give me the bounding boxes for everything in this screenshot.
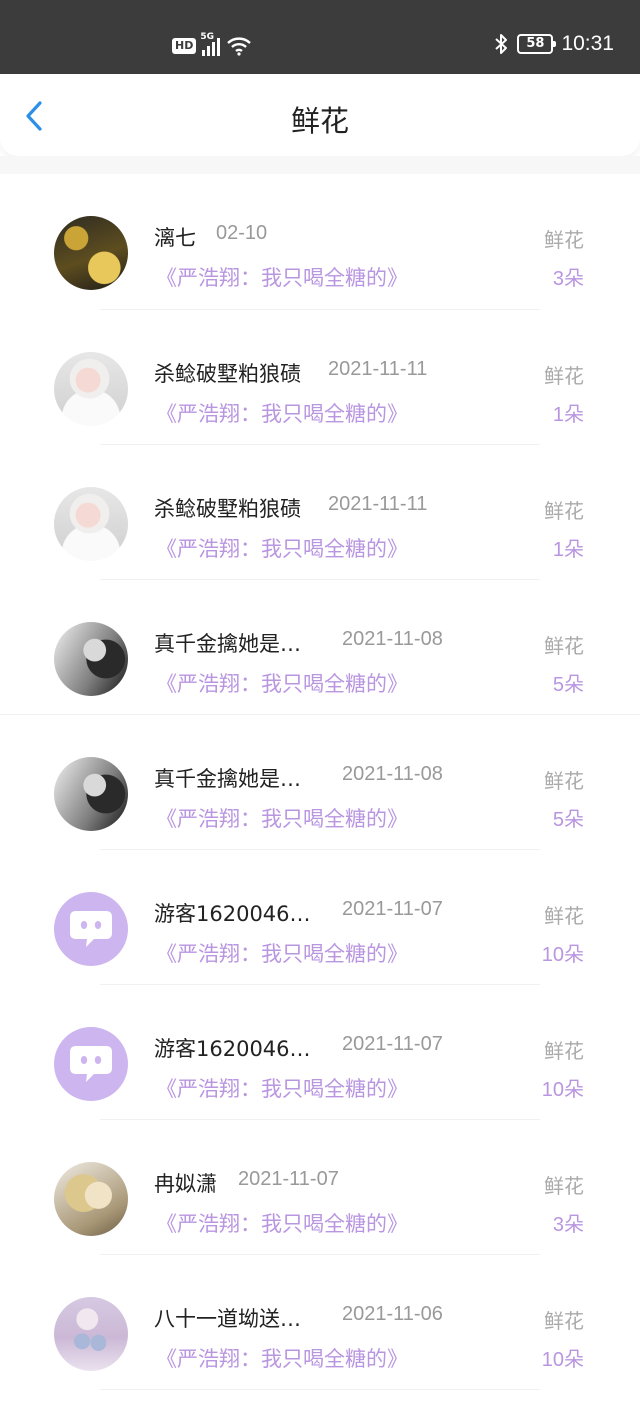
book-title[interactable]: 《严浩翔：我只喝全糖的》 [156, 668, 408, 698]
user-name: 漓七 [154, 226, 196, 250]
gift-date: 2021-11-07 [238, 1168, 339, 1190]
gift-type-label: 鲜花 [544, 1039, 584, 1063]
book-title[interactable]: 《严浩翔：我只喝全糖的》 [156, 262, 408, 292]
list-item[interactable]: 游客1620046… 2021-11-07 《严浩翔：我只喝全糖的》 鲜花 10… [0, 985, 640, 1120]
gift-date: 2021-11-11 [328, 493, 428, 515]
avatar [54, 1162, 128, 1236]
gift-type-label: 鲜花 [544, 1309, 584, 1333]
avatar [54, 1297, 128, 1371]
user-name: 冉姒潇 [154, 1172, 217, 1196]
default-avatar-icon [70, 911, 112, 947]
book-title[interactable]: 《严浩翔：我只喝全糖的》 [156, 1208, 408, 1238]
page-title: 鲜花 [290, 104, 349, 138]
flower-count: 10朵 [541, 1349, 584, 1371]
status-left-icons: HD 5G [172, 32, 252, 56]
flower-count: 1朵 [552, 539, 584, 561]
book-title[interactable]: 《严浩翔：我只喝全糖的》 [156, 1073, 408, 1103]
list-item[interactable]: 真千金擒她是… 2021-11-08 《严浩翔：我只喝全糖的》 鲜花 5朵 [0, 580, 640, 715]
gift-date: 2021-11-08 [342, 763, 443, 785]
flower-count: 3朵 [552, 1214, 584, 1236]
list-item[interactable]: 真千金擒她是… 2021-11-08 《严浩翔：我只喝全糖的》 鲜花 5朵 [0, 715, 640, 850]
back-button[interactable] [16, 98, 52, 134]
book-title[interactable]: 《严浩翔：我只喝全糖的》 [156, 938, 408, 968]
flower-count: 5朵 [552, 674, 584, 696]
user-name: 真千金擒她是… [154, 632, 301, 656]
header-separator [0, 156, 640, 174]
user-name: 八十一道坳送… [154, 1307, 301, 1331]
gift-date: 2021-11-11 [328, 358, 428, 380]
bluetooth-icon [495, 34, 508, 54]
avatar [54, 757, 128, 831]
gift-type-label: 鲜花 [544, 634, 584, 658]
flower-count: 10朵 [541, 944, 584, 966]
gift-type-label: 鲜花 [544, 228, 584, 252]
list-item[interactable]: 杀鲶破墅粕狼碛 2021-11-11 《严浩翔：我只喝全糖的》 鲜花 1朵 [0, 445, 640, 580]
list-item[interactable]: 漓七 02-10 《严浩翔：我只喝全糖的》 鲜花 3朵 [0, 174, 640, 310]
user-name: 真千金擒她是… [154, 767, 301, 791]
list-item[interactable]: 八十一道坳送… 2021-11-06 《严浩翔：我只喝全糖的》 鲜花 10朵 [0, 1255, 640, 1390]
row-divider [100, 1389, 540, 1390]
gift-type-label: 鲜花 [544, 769, 584, 793]
book-title[interactable]: 《严浩翔：我只喝全糖的》 [156, 398, 408, 428]
hd-icon: HD [172, 38, 197, 54]
list-item[interactable]: 游客1620046… 2021-11-07 《严浩翔：我只喝全糖的》 鲜花 10… [0, 850, 640, 985]
book-title[interactable]: 《严浩翔：我只喝全糖的》 [156, 1343, 408, 1373]
gift-type-label: 鲜花 [544, 499, 584, 523]
list-item[interactable]: 冉姒潇 2021-11-07 《严浩翔：我只喝全糖的》 鲜花 3朵 [0, 1120, 640, 1255]
avatar [54, 892, 128, 966]
list-item[interactable]: 杀鲶破墅粕狼碛 2021-11-11 《严浩翔：我只喝全糖的》 鲜花 1朵 [0, 310, 640, 445]
user-name: 杀鲶破墅粕狼碛 [154, 497, 301, 521]
status-bar: HD 5G 58 10:31 [0, 0, 640, 74]
flower-count: 10朵 [541, 1079, 584, 1101]
avatar [54, 487, 128, 561]
flower-count: 1朵 [552, 404, 584, 426]
avatar [54, 352, 128, 426]
gift-date: 2021-11-06 [342, 1303, 443, 1325]
network-type-label: 5G [200, 32, 214, 42]
avatar [54, 216, 128, 290]
book-title[interactable]: 《严浩翔：我只喝全糖的》 [156, 533, 408, 563]
flower-count: 3朵 [552, 268, 584, 290]
book-title[interactable]: 《严浩翔：我只喝全糖的》 [156, 803, 408, 833]
flower-gift-list: 漓七 02-10 《严浩翔：我只喝全糖的》 鲜花 3朵 杀鲶破墅粕狼碛 2021… [0, 174, 640, 1390]
avatar [54, 622, 128, 696]
user-name: 游客1620046… [154, 902, 311, 926]
chevron-left-icon [26, 101, 42, 131]
flower-count: 5朵 [552, 809, 584, 831]
battery-indicator: 58 [517, 34, 557, 54]
gift-date: 02-10 [216, 222, 268, 244]
gift-date: 2021-11-07 [342, 898, 443, 920]
gift-date: 2021-11-08 [342, 628, 443, 650]
gift-type-label: 鲜花 [544, 1174, 584, 1198]
user-name: 游客1620046… [154, 1037, 311, 1061]
status-right-icons: 58 10:31 [493, 32, 614, 56]
cellular-signal-icon: 5G [200, 32, 221, 56]
avatar [54, 1027, 128, 1101]
navigation-bar: 鲜花 [0, 74, 640, 156]
default-avatar-icon [70, 1046, 112, 1082]
user-name: 杀鲶破墅粕狼碛 [154, 362, 301, 386]
gift-type-label: 鲜花 [544, 364, 584, 388]
gift-type-label: 鲜花 [544, 904, 584, 928]
gift-date: 2021-11-07 [342, 1033, 443, 1055]
wifi-icon [227, 37, 252, 56]
status-time: 10:31 [561, 32, 614, 55]
